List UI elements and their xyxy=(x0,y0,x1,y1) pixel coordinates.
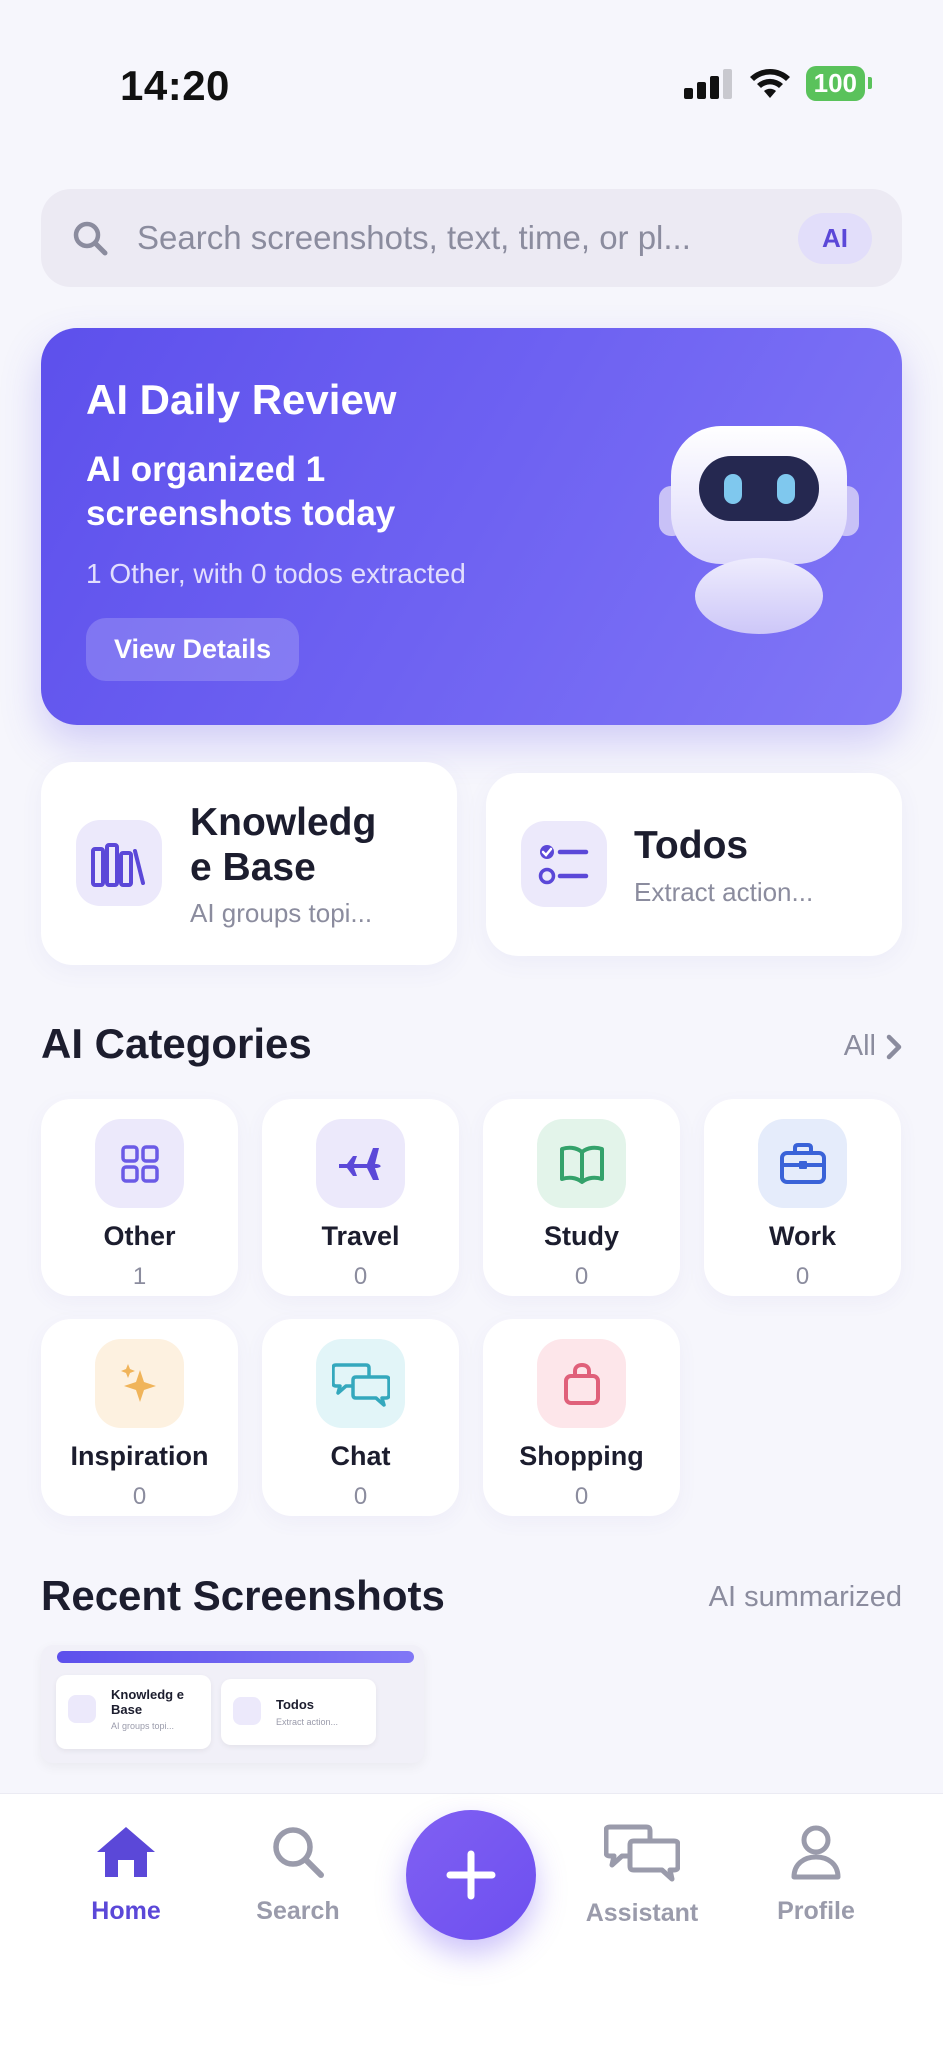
wifi-icon xyxy=(749,68,790,98)
plus-icon xyxy=(446,1850,496,1900)
todos-card[interactable]: Todos Extract action... xyxy=(486,773,902,956)
nav-home[interactable]: Home xyxy=(56,1824,196,1926)
ai-daily-review-card[interactable]: AI Daily Review AI organized 1 screensho… xyxy=(41,328,902,725)
nav-label: Profile xyxy=(777,1897,855,1925)
robot-icon xyxy=(659,426,859,634)
chevron-right-icon xyxy=(886,1034,902,1059)
category-travel[interactable]: Travel 0 xyxy=(262,1099,459,1296)
search-icon xyxy=(73,221,108,256)
category-count: 0 xyxy=(132,1483,147,1510)
thumb-banner xyxy=(57,1651,414,1663)
thumb-todos-card: Todos Extract action... xyxy=(221,1679,376,1745)
battery-indicator: 100 xyxy=(805,66,873,101)
checklist-icon xyxy=(521,821,607,907)
category-count: 0 xyxy=(353,1483,368,1510)
add-screenshot-button[interactable] xyxy=(406,1810,536,1940)
books-icon xyxy=(76,820,162,906)
all-categories-link[interactable]: All xyxy=(844,1030,902,1063)
category-count: 0 xyxy=(574,1483,589,1510)
category-other[interactable]: Other 1 xyxy=(41,1099,238,1296)
category-name: Study xyxy=(543,1221,619,1251)
cellular-signal-icon xyxy=(683,68,732,99)
checklist-icon xyxy=(233,1697,261,1725)
search-input[interactable]: Search screenshots, text, time, or pl... xyxy=(137,219,798,257)
ai-categories-title: AI Categories xyxy=(41,1020,312,1067)
category-count: 0 xyxy=(353,1263,368,1290)
category-study[interactable]: Study 0 xyxy=(483,1099,680,1296)
knowledge-base-subtitle: AI groups topi... xyxy=(190,898,373,928)
nav-assistant[interactable]: Assistant xyxy=(572,1824,712,1928)
knowledge-base-title: Knowledg e Base xyxy=(190,801,377,889)
category-shopping[interactable]: Shopping 0 xyxy=(483,1319,680,1516)
view-details-button[interactable]: View Details xyxy=(86,618,300,681)
home-icon xyxy=(97,1827,155,1877)
recent-screenshot-thumbnail[interactable]: Knowledg e Base AI groups topi... Todos … xyxy=(41,1645,424,1763)
category-name: Travel xyxy=(321,1221,400,1251)
review-headline: AI organized 1 screenshots today xyxy=(86,450,396,533)
person-icon xyxy=(791,1825,841,1880)
search-icon xyxy=(273,1827,324,1878)
nav-label: Assistant xyxy=(585,1899,699,1927)
category-work[interactable]: Work 0 xyxy=(704,1099,901,1296)
recent-screenshots-title: Recent Screenshots xyxy=(41,1572,445,1619)
category-chat[interactable]: Chat 0 xyxy=(262,1319,459,1516)
status-icons: 100 xyxy=(683,66,873,101)
nav-search[interactable]: Search xyxy=(228,1824,368,1926)
nav-label: Home xyxy=(91,1897,161,1925)
books-icon xyxy=(68,1695,96,1723)
thumb-card-title: Todos xyxy=(276,1697,315,1712)
thumb-card-title: Knowledg e Base xyxy=(111,1687,184,1717)
book-icon xyxy=(537,1119,626,1208)
category-inspiration[interactable]: Inspiration 0 xyxy=(41,1319,238,1516)
chat-bubbles-icon xyxy=(603,1824,681,1882)
category-name: Chat xyxy=(330,1441,391,1471)
nav-label: Search xyxy=(256,1897,340,1925)
category-name: Work xyxy=(768,1221,836,1251)
todos-subtitle: Extract action... xyxy=(634,877,814,907)
bag-icon xyxy=(537,1339,626,1428)
thumb-knowledge-card: Knowledg e Base AI groups topi... xyxy=(56,1675,211,1749)
thumb-card-subtitle: AI groups topi... xyxy=(111,1721,175,1731)
grid-icon xyxy=(95,1119,184,1208)
ai-search-toggle[interactable]: AI xyxy=(798,212,872,264)
category-name: Other xyxy=(103,1221,176,1251)
bottom-nav: Home Search Assistant Profile xyxy=(0,1793,943,2048)
thumb-card-subtitle: Extract action... xyxy=(276,1717,339,1727)
airplane-icon xyxy=(316,1119,405,1208)
category-name: Inspiration xyxy=(70,1441,209,1471)
chat-icon xyxy=(316,1339,405,1428)
category-count: 0 xyxy=(574,1263,589,1290)
review-title: AI Daily Review xyxy=(86,376,397,423)
status-time: 14:20 xyxy=(120,62,230,109)
review-subtitle: 1 Other, with 0 todos extracted xyxy=(86,558,466,589)
all-categories-label: All xyxy=(843,1030,876,1062)
knowledge-base-card[interactable]: Knowledg e Base AI groups topi... xyxy=(41,762,457,965)
search-bar[interactable]: Search screenshots, text, time, or pl...… xyxy=(41,189,902,287)
category-count: 0 xyxy=(795,1263,810,1290)
nav-profile[interactable]: Profile xyxy=(746,1824,886,1926)
briefcase-icon xyxy=(758,1119,847,1208)
todos-title: Todos xyxy=(634,824,749,867)
category-count: 1 xyxy=(132,1263,147,1290)
ai-summarized-label: AI summarized xyxy=(708,1581,902,1613)
category-name: Shopping xyxy=(519,1441,644,1471)
sparkle-icon xyxy=(95,1339,184,1428)
